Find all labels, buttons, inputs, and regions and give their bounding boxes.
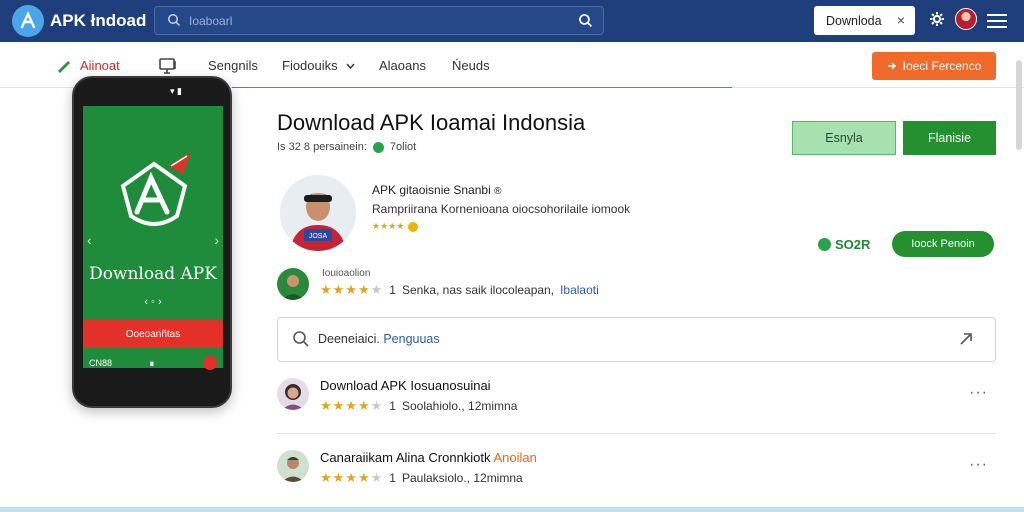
registered-icon: ®	[494, 186, 502, 197]
nav-item-3[interactable]: Fiodouiks	[282, 58, 355, 73]
app-meta: Is 32 8 persainein: 7oliot	[277, 141, 416, 153]
price-icon	[818, 238, 831, 251]
pencil-icon	[58, 60, 70, 73]
list-item-rating: ★★★★★ 1 Soolahiolo., 12mimna	[320, 398, 518, 413]
close-icon[interactable]: ×	[897, 12, 905, 28]
hamburger-menu-icon[interactable]	[987, 14, 1007, 28]
top-bar: APK łndoad Ioaboarl Downloda ×	[0, 0, 1024, 42]
phone-bottom-left: CN88	[89, 358, 113, 368]
search-icon	[167, 13, 181, 32]
prev-arrow-icon[interactable]: ‹	[87, 232, 92, 248]
price-label: SO2R	[818, 237, 870, 252]
secondary-button[interactable]: Esnyla	[792, 121, 896, 155]
phone-bottom-bar: CN88 ∎	[83, 354, 223, 374]
search-submit-icon[interactable]	[578, 13, 593, 33]
list-item[interactable]: Canaraiikam Alina Cronnkiotk Anoilan ★★★…	[277, 448, 996, 506]
review-rating: ★★★★★ 1 Senka, nas saik ilocoleapan, Iba…	[320, 282, 599, 297]
content-search-text: Deeneiaici. Penguuas	[318, 332, 440, 346]
app-title[interactable]: APK łndoad	[50, 11, 146, 31]
signal-icon: ▾ ▮	[170, 86, 182, 96]
list-item-title: Download APK Iosuanosuinai	[320, 378, 491, 393]
nav-item-4[interactable]: Alaoans	[379, 58, 426, 73]
record-icon[interactable]	[203, 356, 217, 370]
list-item-avatar	[277, 378, 309, 410]
price-button[interactable]: Ioock Penoin	[892, 231, 994, 257]
gear-icon[interactable]	[929, 11, 945, 32]
phone-title: Download APK	[89, 264, 217, 284]
developer-avatar[interactable]: JOSA	[280, 175, 356, 251]
arrow-right-icon	[887, 62, 896, 70]
bottom-bar	[0, 507, 1024, 512]
star-rating-icon: ★★★★★	[320, 398, 384, 413]
carousel-dots[interactable]: ‹ ◦ ›	[83, 296, 223, 308]
developer-description: Rampriirana Kornenioana oiocsohorilaile …	[372, 202, 631, 216]
list-item-highlight[interactable]: Anoilan	[493, 450, 536, 465]
search-input[interactable]: Ioaboarl	[154, 6, 604, 35]
list-item-rating: ★★★★★ 1 Paulaksiolo., 12mimna	[320, 470, 523, 485]
pause-icon[interactable]: ∎	[149, 358, 155, 369]
list-item-avatar	[277, 450, 309, 482]
star-rating-icon: ★★★★★	[320, 282, 384, 297]
content-search-link[interactable]: Penguuas	[383, 332, 439, 346]
developer-name[interactable]: APK gitaoisnie Snanbi ®	[372, 183, 501, 197]
app-logo-icon[interactable]	[12, 5, 44, 37]
phone-download-button[interactable]: Ooeoanñtas	[83, 320, 223, 348]
download-button-label: Downloda	[826, 13, 882, 28]
review-label: Iouioaolion	[322, 268, 371, 279]
star-rating-icon: ★★★★	[372, 221, 405, 231]
nav-item-2[interactable]: Sengnils	[208, 58, 258, 73]
page-title: Download APK Ioamai Indonsia	[277, 110, 586, 135]
star-rating-icon: ★★★★★	[320, 470, 384, 485]
next-arrow-icon[interactable]: ›	[214, 232, 219, 248]
list-item[interactable]: Download APK Iosuanosuinai ★★★★★ 1 Soola…	[277, 376, 996, 434]
download-button[interactable]: Downloda ×	[814, 6, 915, 35]
monitor-icon[interactable]	[158, 58, 178, 77]
review-link[interactable]: Ibalaoti	[560, 283, 599, 297]
app-meta-tag: 7oliot	[389, 141, 417, 153]
primary-button[interactable]: Flanisie	[903, 121, 996, 155]
more-options-icon[interactable]: ···	[969, 456, 988, 474]
avatar-shirt-text: JOSA	[309, 233, 328, 240]
nav-action-button[interactable]: Ioeci Fercenco	[872, 52, 996, 80]
more-options-icon[interactable]: ···	[969, 384, 988, 402]
badge-icon	[408, 221, 419, 232]
phone-mockup: ▾ ▮ ‹ › Download APK ‹ ◦ › Ooeoanñtas CN…	[72, 76, 232, 408]
nav-item-1[interactable]: Aiinoat	[56, 58, 120, 73]
search-icon	[292, 330, 310, 353]
app-meta-text: Is 32 8 persainein:	[277, 141, 367, 153]
divider	[277, 433, 996, 434]
apk-logo-icon	[120, 152, 191, 226]
reviewer-avatar[interactable]	[277, 268, 309, 300]
content-search-field[interactable]: Deeneiaici. Penguuas	[277, 317, 996, 362]
user-avatar[interactable]	[955, 8, 977, 30]
scrollbar[interactable]	[1016, 60, 1022, 150]
arrow-diagonal-icon[interactable]	[957, 330, 975, 353]
list-item-title: Canaraiikam Alina Cronnkiotk Anoilan	[320, 450, 537, 465]
nav-underline	[232, 87, 732, 88]
chevron-down-icon	[346, 63, 355, 69]
verified-icon	[372, 141, 384, 153]
search-placeholder: Ioaboarl	[189, 14, 233, 28]
developer-rating: ★★★★	[372, 221, 419, 232]
nav-item-5[interactable]: Ńeuds	[452, 58, 490, 73]
